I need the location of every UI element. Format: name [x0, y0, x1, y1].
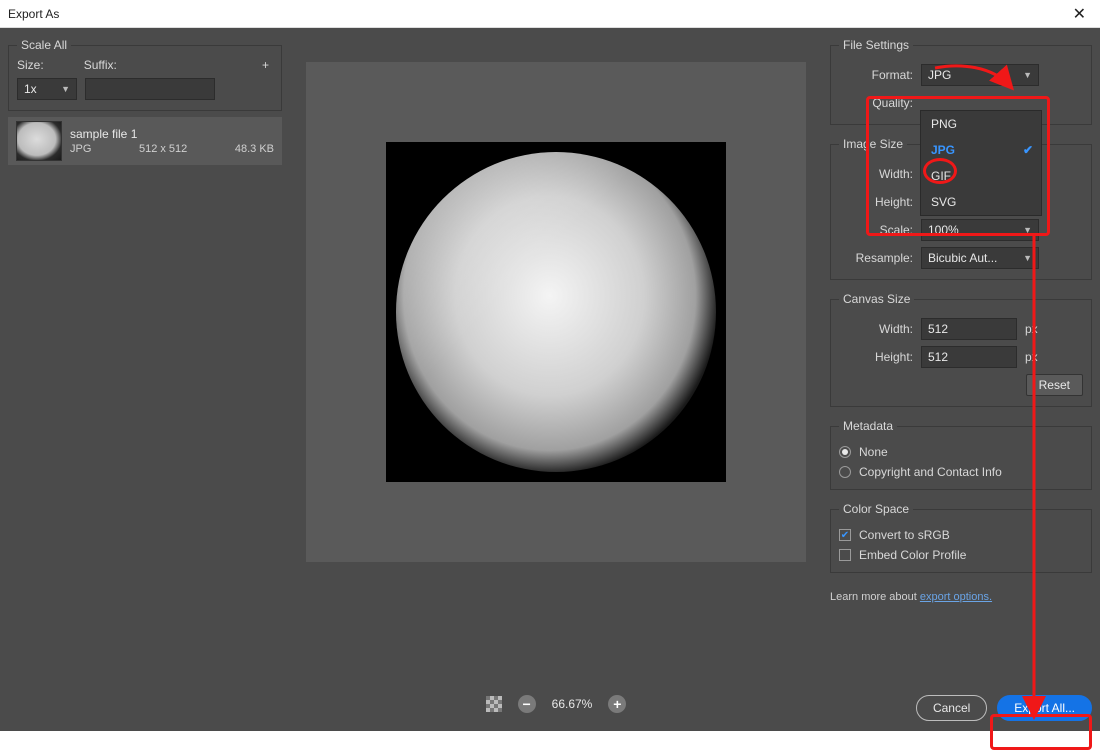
reset-button[interactable]: Reset — [1026, 374, 1083, 396]
preview-backdrop — [386, 142, 726, 482]
format-option-gif[interactable]: GIF — [921, 163, 1041, 189]
is-resample-value: Bicubic Aut... — [928, 251, 997, 265]
scale-header-row: Size: Suffix: + — [17, 58, 273, 72]
metadata-legend: Metadata — [839, 419, 897, 433]
suffix-label: Suffix: — [84, 58, 117, 72]
file-format: JPG — [70, 143, 91, 155]
format-row: Format: JPG ▼ — [839, 64, 1083, 86]
file-settings-legend: File Settings — [839, 38, 913, 52]
file-meta: JPG 512 x 512 48.3 KB — [70, 143, 274, 155]
checkbox-icon — [839, 549, 851, 561]
file-dimensions: 512 x 512 — [139, 143, 187, 155]
format-dropdown-menu: PNG JPG GIF SVG — [920, 110, 1042, 216]
format-value: JPG — [928, 68, 951, 82]
cs-width-input[interactable] — [921, 318, 1017, 340]
cs-reset-row: Reset — [839, 374, 1083, 396]
format-option-png[interactable]: PNG — [921, 111, 1041, 137]
suffix-input[interactable] — [85, 78, 215, 100]
bottom-buttons: Cancel Export All... — [830, 685, 1092, 721]
is-resample-select[interactable]: Bicubic Aut... ▼ — [921, 247, 1039, 269]
window-title: Export As — [8, 7, 59, 21]
radio-icon — [839, 466, 851, 478]
quality-label: Quality: — [839, 96, 913, 110]
chevron-down-icon: ▼ — [1023, 70, 1032, 80]
workspace: Scale All Size: Suffix: + 1x ▼ + sample … — [0, 28, 1100, 731]
file-info: sample file 1 JPG 512 x 512 48.3 KB — [70, 127, 274, 155]
size-select[interactable]: 1x ▼ — [17, 78, 77, 100]
is-height-label: Height: — [839, 195, 913, 209]
preview-image — [396, 152, 716, 472]
learn-more: Learn more about export options. — [830, 591, 1092, 603]
scale-values-row: 1x ▼ + — [17, 78, 273, 100]
chevron-down-icon: ▼ — [61, 84, 70, 94]
cs-height-row: Height: px — [839, 346, 1083, 368]
metadata-copyright-row[interactable]: Copyright and Contact Info — [839, 465, 1083, 479]
cs-height-unit: px — [1025, 350, 1041, 364]
zoom-out-button[interactable]: − — [518, 695, 536, 713]
cs-height-input[interactable] — [921, 346, 1017, 368]
is-width-label: Width: — [839, 167, 913, 181]
metadata-copyright-label: Copyright and Contact Info — [859, 465, 1002, 479]
cs-width-row: Width: px — [839, 318, 1083, 340]
checkbox-icon — [839, 529, 851, 541]
is-scale-value: 100% — [928, 223, 959, 237]
image-size-legend: Image Size — [839, 137, 907, 151]
cs-width-label: Width: — [839, 322, 913, 336]
zoom-toolbar: − 66.67% + — [486, 695, 627, 713]
format-select[interactable]: JPG ▼ — [921, 64, 1039, 86]
embed-profile-row[interactable]: Embed Color Profile — [839, 548, 1083, 562]
is-resample-row: Resample: Bicubic Aut... ▼ — [839, 247, 1083, 269]
is-scale-row: Scale: 100% ▼ — [839, 219, 1083, 241]
close-icon[interactable]: ✕ — [1067, 4, 1092, 24]
is-scale-select[interactable]: 100% ▼ — [921, 219, 1039, 241]
metadata-group: Metadata None Copyright and Contact Info — [830, 419, 1092, 490]
file-name: sample file 1 — [70, 127, 274, 141]
cs-height-label: Height: — [839, 350, 913, 364]
is-resample-label: Resample: — [839, 251, 913, 265]
convert-srgb-label: Convert to sRGB — [859, 528, 950, 542]
export-all-button[interactable]: Export All... — [997, 695, 1092, 721]
convert-srgb-row[interactable]: Convert to sRGB — [839, 528, 1083, 542]
color-space-group: Color Space Convert to sRGB Embed Color … — [830, 502, 1092, 573]
titlebar: Export As ✕ — [0, 0, 1100, 28]
size-label: Size: — [17, 58, 44, 72]
file-list-item[interactable]: sample file 1 JPG 512 x 512 48.3 KB — [8, 117, 282, 165]
scale-all-legend: Scale All — [17, 38, 71, 52]
preview-stage — [306, 62, 806, 562]
transparency-toggle-icon[interactable] — [486, 696, 502, 712]
format-label: Format: — [839, 68, 913, 82]
center-panel: − 66.67% + — [290, 28, 822, 731]
file-size: 48.3 KB — [235, 143, 274, 155]
radio-icon — [839, 446, 851, 458]
add-size-button[interactable]: + — [258, 58, 273, 72]
color-space-legend: Color Space — [839, 502, 913, 516]
metadata-none-label: None — [859, 445, 888, 459]
file-thumbnail — [16, 121, 62, 161]
embed-profile-label: Embed Color Profile — [859, 548, 966, 562]
cs-width-unit: px — [1025, 322, 1041, 336]
learn-more-prefix: Learn more about — [830, 591, 920, 603]
chevron-down-icon: ▼ — [1023, 225, 1032, 235]
zoom-level: 66.67% — [552, 697, 593, 711]
canvas-size-legend: Canvas Size — [839, 292, 914, 306]
format-option-jpg[interactable]: JPG — [921, 137, 1041, 163]
canvas-size-group: Canvas Size Width: px Height: px Reset — [830, 292, 1092, 407]
zoom-in-button[interactable]: + — [608, 695, 626, 713]
chevron-down-icon: ▼ — [1023, 253, 1032, 263]
scale-all-group: Scale All Size: Suffix: + 1x ▼ + — [8, 38, 282, 111]
format-option-svg[interactable]: SVG — [921, 189, 1041, 215]
is-scale-label: Scale: — [839, 223, 913, 237]
left-panel: Scale All Size: Suffix: + 1x ▼ + sample … — [0, 28, 290, 731]
cancel-button[interactable]: Cancel — [916, 695, 987, 721]
learn-more-link[interactable]: export options. — [920, 591, 992, 603]
size-value: 1x — [24, 82, 37, 96]
metadata-none-row[interactable]: None — [839, 445, 1083, 459]
